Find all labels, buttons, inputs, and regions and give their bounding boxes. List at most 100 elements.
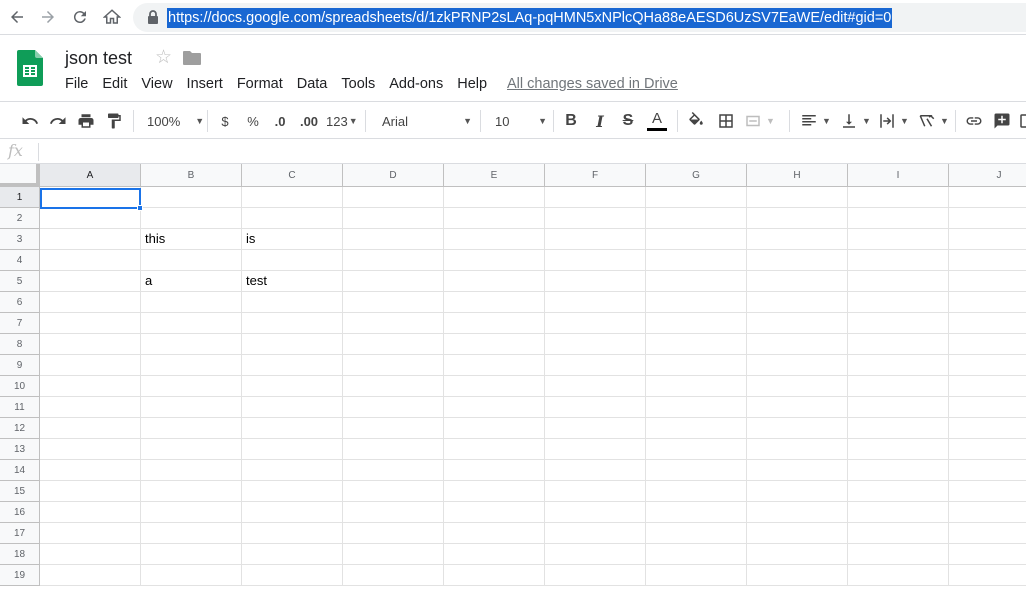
merge-cells-button[interactable]: ▼ (744, 111, 784, 131)
row-header-6[interactable]: 6 (0, 292, 40, 313)
cell-e9[interactable] (444, 355, 545, 376)
text-rotation-button[interactable]: ▼ (918, 111, 950, 131)
cell-g7[interactable] (646, 313, 747, 334)
cell-d18[interactable] (343, 544, 444, 565)
cell-a17[interactable] (40, 523, 141, 544)
cell-e12[interactable] (444, 418, 545, 439)
cell-c15[interactable] (242, 481, 343, 502)
column-header-i[interactable]: I (848, 164, 949, 187)
cell-j19[interactable] (949, 565, 1026, 586)
cell-g17[interactable] (646, 523, 747, 544)
cell-j1[interactable] (949, 187, 1026, 208)
cell-h9[interactable] (747, 355, 848, 376)
cell-h1[interactable] (747, 187, 848, 208)
cell-d16[interactable] (343, 502, 444, 523)
cell-c7[interactable] (242, 313, 343, 334)
cell-a12[interactable] (40, 418, 141, 439)
cell-f10[interactable] (545, 376, 646, 397)
cell-i14[interactable] (848, 460, 949, 481)
cell-d10[interactable] (343, 376, 444, 397)
vertical-align-button[interactable]: ▼ (840, 111, 872, 131)
cell-f11[interactable] (545, 397, 646, 418)
cell-e19[interactable] (444, 565, 545, 586)
cell-f9[interactable] (545, 355, 646, 376)
italic-button[interactable]: I (592, 111, 608, 131)
cell-h3[interactable] (747, 229, 848, 250)
cell-i15[interactable] (848, 481, 949, 502)
row-header-5[interactable]: 5 (0, 271, 40, 292)
row-header-9[interactable]: 9 (0, 355, 40, 376)
column-header-f[interactable]: F (545, 164, 646, 187)
cell-e17[interactable] (444, 523, 545, 544)
cell-i7[interactable] (848, 313, 949, 334)
strikethrough-button[interactable]: S (620, 111, 636, 131)
cell-c9[interactable] (242, 355, 343, 376)
cell-j14[interactable] (949, 460, 1026, 481)
menu-file[interactable]: File (58, 74, 95, 94)
cell-g18[interactable] (646, 544, 747, 565)
row-header-3[interactable]: 3 (0, 229, 40, 250)
cell-e4[interactable] (444, 250, 545, 271)
cell-e15[interactable] (444, 481, 545, 502)
cell-i9[interactable] (848, 355, 949, 376)
horizontal-align-button[interactable]: ▼ (800, 111, 834, 131)
cell-f18[interactable] (545, 544, 646, 565)
column-header-d[interactable]: D (343, 164, 444, 187)
formula-input[interactable] (42, 142, 1022, 162)
cell-a14[interactable] (40, 460, 141, 481)
cell-g1[interactable] (646, 187, 747, 208)
cell-g3[interactable] (646, 229, 747, 250)
column-header-j[interactable]: J (949, 164, 1026, 187)
currency-format-button[interactable]: $ (219, 111, 231, 131)
font-size-select[interactable]: 10 ▼ (495, 111, 547, 131)
row-header-18[interactable]: 18 (0, 544, 40, 565)
cell-i13[interactable] (848, 439, 949, 460)
cell-i12[interactable] (848, 418, 949, 439)
cell-h4[interactable] (747, 250, 848, 271)
cell-i2[interactable] (848, 208, 949, 229)
cell-i17[interactable] (848, 523, 949, 544)
cell-b2[interactable] (141, 208, 242, 229)
cell-j16[interactable] (949, 502, 1026, 523)
cell-a15[interactable] (40, 481, 141, 502)
cell-c4[interactable] (242, 250, 343, 271)
row-header-15[interactable]: 15 (0, 481, 40, 502)
cell-i4[interactable] (848, 250, 949, 271)
cell-i16[interactable] (848, 502, 949, 523)
menu-insert[interactable]: Insert (180, 74, 230, 94)
cell-e8[interactable] (444, 334, 545, 355)
cell-a11[interactable] (40, 397, 141, 418)
cell-g8[interactable] (646, 334, 747, 355)
cell-g11[interactable] (646, 397, 747, 418)
cell-b12[interactable] (141, 418, 242, 439)
cell-h14[interactable] (747, 460, 848, 481)
cell-b10[interactable] (141, 376, 242, 397)
cell-i10[interactable] (848, 376, 949, 397)
folder-icon[interactable] (183, 50, 201, 66)
cell-i18[interactable] (848, 544, 949, 565)
cell-e16[interactable] (444, 502, 545, 523)
cell-f6[interactable] (545, 292, 646, 313)
cell-e11[interactable] (444, 397, 545, 418)
cell-e13[interactable] (444, 439, 545, 460)
cell-j8[interactable] (949, 334, 1026, 355)
menu-data[interactable]: Data (290, 74, 335, 94)
cell-h6[interactable] (747, 292, 848, 313)
cell-j18[interactable] (949, 544, 1026, 565)
paint-format-button[interactable] (104, 111, 124, 131)
cell-h2[interactable] (747, 208, 848, 229)
cell-i19[interactable] (848, 565, 949, 586)
cell-c12[interactable] (242, 418, 343, 439)
cell-f3[interactable] (545, 229, 646, 250)
cell-e5[interactable] (444, 271, 545, 292)
menu-edit[interactable]: Edit (95, 74, 134, 94)
cell-a10[interactable] (40, 376, 141, 397)
cell-j12[interactable] (949, 418, 1026, 439)
cell-i8[interactable] (848, 334, 949, 355)
cell-a19[interactable] (40, 565, 141, 586)
cell-a13[interactable] (40, 439, 141, 460)
cell-d14[interactable] (343, 460, 444, 481)
cell-a8[interactable] (40, 334, 141, 355)
cell-f13[interactable] (545, 439, 646, 460)
forward-button[interactable] (37, 6, 59, 28)
